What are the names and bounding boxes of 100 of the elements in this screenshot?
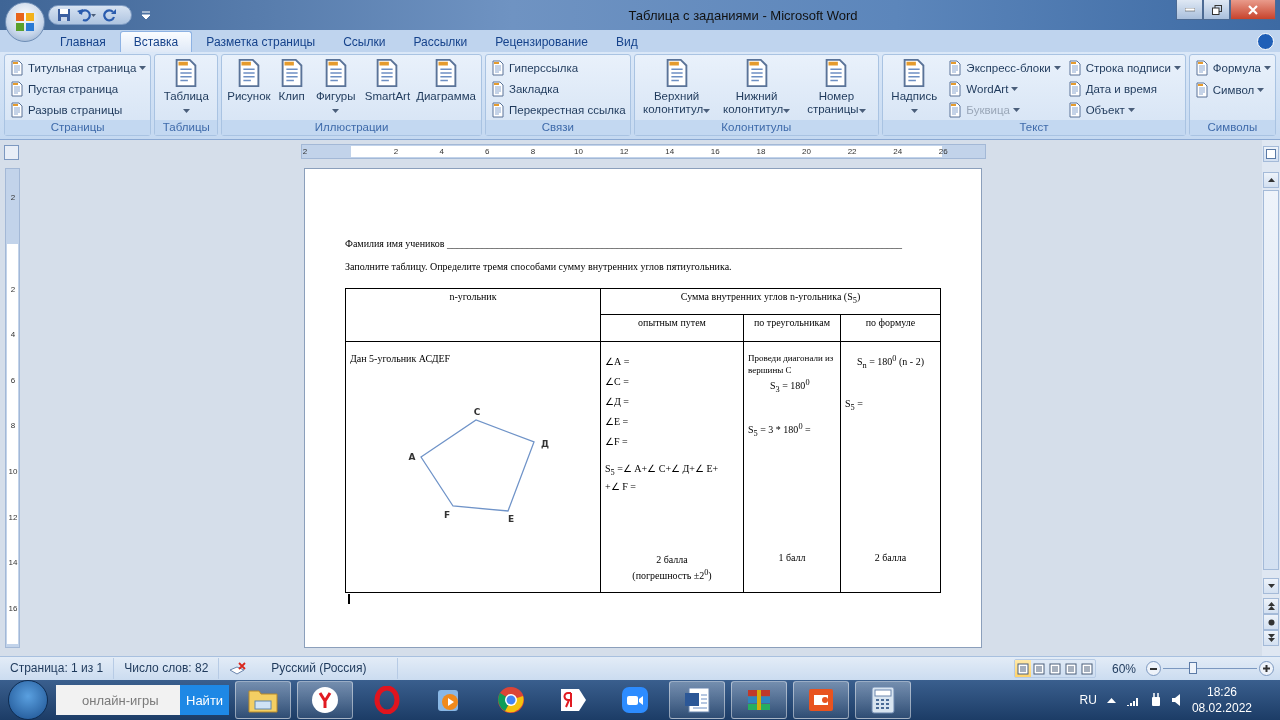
spellcheck-icon[interactable] xyxy=(229,661,248,676)
maximize-button[interactable] xyxy=(1203,0,1230,20)
zoom-out-button[interactable] xyxy=(1146,661,1161,676)
ribbon-button[interactable]: Дата и время xyxy=(1065,78,1182,99)
undo-icon[interactable] xyxy=(77,8,97,22)
close-icon xyxy=(1248,4,1258,15)
help-icon[interactable] xyxy=(1257,33,1274,50)
ribbon-tab[interactable]: Вставка xyxy=(119,31,193,52)
view-button[interactable] xyxy=(1030,660,1047,677)
ribbon-button[interactable]: SmartArt xyxy=(362,57,413,120)
calculator-icon xyxy=(871,686,895,714)
taskbar-button[interactable] xyxy=(793,681,849,719)
instruction-text: Заполните таблицу. Определите тремя способами сумму внутренних углов пятиугольника. xyxy=(345,261,733,272)
scroll-thumb[interactable] xyxy=(1263,190,1279,570)
redo-icon[interactable] xyxy=(103,8,117,22)
ribbon-button[interactable]: Надпись xyxy=(886,57,943,120)
view-button[interactable] xyxy=(1062,660,1079,677)
taskbar-button[interactable] xyxy=(669,681,725,719)
ribbon-button[interactable]: Фигуры xyxy=(310,57,361,120)
score-text: 1 балл xyxy=(777,551,807,564)
language-indicator[interactable]: Русский (Россия) xyxy=(257,658,398,679)
up-arrow-icon[interactable] xyxy=(1106,697,1116,703)
ribbon-button[interactable]: Верхний колонтитул xyxy=(637,57,716,120)
ruler-tab-button[interactable] xyxy=(4,145,19,160)
document-icon xyxy=(489,80,506,97)
ribbon-button[interactable]: Диаграмма xyxy=(414,57,478,120)
ribbon-button[interactable]: Строка подписи xyxy=(1065,57,1182,78)
ribbon-button[interactable]: Номер страницы xyxy=(797,57,876,120)
caret-icon xyxy=(1053,65,1061,70)
ribbon-tab[interactable]: Главная xyxy=(46,31,120,52)
ribbon-button[interactable]: Разрыв страницы xyxy=(8,99,148,120)
view-button[interactable] xyxy=(1046,660,1063,677)
ruler-icon xyxy=(1266,149,1276,159)
save-icon[interactable] xyxy=(57,8,71,22)
ribbon-button[interactable]: WordArt xyxy=(946,78,1062,99)
clock-time[interactable]: 18:26 xyxy=(1206,684,1237,700)
ribbon-button[interactable]: Пустая страница xyxy=(8,78,148,99)
office-button[interactable] xyxy=(5,2,45,42)
close-button[interactable] xyxy=(1230,0,1276,20)
power-plug-icon[interactable] xyxy=(1149,693,1162,707)
caret-icon xyxy=(332,109,340,113)
view-button[interactable] xyxy=(1014,660,1031,677)
word-count[interactable]: Число слов: 82 xyxy=(114,658,220,679)
customize-icon[interactable] xyxy=(142,11,150,19)
next-page-button[interactable] xyxy=(1263,630,1279,646)
ribbon-tab[interactable]: Рассылки xyxy=(399,31,482,52)
angle-line: ∠Д = xyxy=(605,395,630,409)
document-icon xyxy=(1066,101,1083,118)
ruler-number: 8 xyxy=(10,421,16,431)
ruler-number: 12 xyxy=(8,512,18,522)
document-icon xyxy=(9,80,25,97)
caret-icon xyxy=(1127,107,1135,112)
view-button[interactable] xyxy=(1078,660,1095,677)
ribbon-tab[interactable]: Разметка страницы xyxy=(192,31,330,52)
start-button[interactable] xyxy=(8,680,48,720)
ribbon-button[interactable]: Таблица xyxy=(158,57,215,120)
ribbon-button[interactable]: Нижний колонтитул xyxy=(717,57,796,120)
slider-thumb[interactable] xyxy=(1189,662,1198,674)
ribbon-button[interactable]: Рисунок xyxy=(225,57,273,120)
ribbon-tab[interactable]: Вид xyxy=(601,31,652,52)
page-view-icon xyxy=(1080,662,1093,675)
language-indicator[interactable]: RU xyxy=(1079,693,1097,707)
clock-date[interactable]: 08.02.2022 xyxy=(1191,700,1252,716)
taskbar-button[interactable] xyxy=(235,681,291,719)
search-button[interactable]: Найти xyxy=(180,685,229,715)
ribbon-tab[interactable]: Ссылки xyxy=(329,31,400,52)
taskbar-button[interactable] xyxy=(297,681,353,719)
ribbon-button[interactable]: Объект xyxy=(1065,99,1182,120)
ribbon-button[interactable]: Формула xyxy=(1192,57,1272,79)
group-label: Связи xyxy=(485,120,630,135)
page-count[interactable]: Страница: 1 из 1 xyxy=(0,658,115,679)
ribbon-button[interactable]: Закладка xyxy=(488,78,627,99)
taskbar-button[interactable] xyxy=(855,681,911,719)
minimize-button[interactable] xyxy=(1176,0,1203,20)
scroll-up-button[interactable] xyxy=(1263,172,1279,188)
caret-icon xyxy=(910,109,918,113)
ribbon-button[interactable]: Гиперссылка xyxy=(488,57,627,78)
search-field[interactable]: онлайн-игры xyxy=(56,685,180,715)
zoom-in-button[interactable] xyxy=(1259,661,1274,676)
given-text: Дан 5-угольник АСДЕF xyxy=(350,352,452,366)
ribbon-button[interactable]: Символ xyxy=(1192,79,1272,101)
ruler-number: 24 xyxy=(893,146,903,156)
angle-line: ∠Е = xyxy=(605,415,630,429)
ruler-number: 18 xyxy=(756,146,766,156)
previous-page-button[interactable] xyxy=(1263,598,1279,614)
browse-object-button[interactable] xyxy=(1263,614,1279,630)
column-header: по формуле xyxy=(864,316,917,328)
column-header: опытным путем xyxy=(637,316,707,328)
zoom-level[interactable]: 60% xyxy=(1111,661,1136,676)
ribbon-button[interactable]: Титульная страница xyxy=(8,57,148,78)
ring-icon xyxy=(374,686,400,714)
speaker-icon[interactable] xyxy=(1171,694,1182,706)
ruler-view-button[interactable] xyxy=(1263,146,1279,162)
ribbon-button[interactable]: Экспресс-блоки xyxy=(946,57,1062,78)
sum-line: +∠ F = xyxy=(605,480,637,494)
ribbon-button[interactable]: Клип xyxy=(274,57,309,120)
ribbon-button[interactable]: Перекрестная ссылка xyxy=(488,99,627,120)
ribbon-tab[interactable]: Рецензирование xyxy=(481,31,602,52)
scroll-down-button[interactable] xyxy=(1263,578,1279,594)
ruler-number: 14 xyxy=(665,146,675,156)
